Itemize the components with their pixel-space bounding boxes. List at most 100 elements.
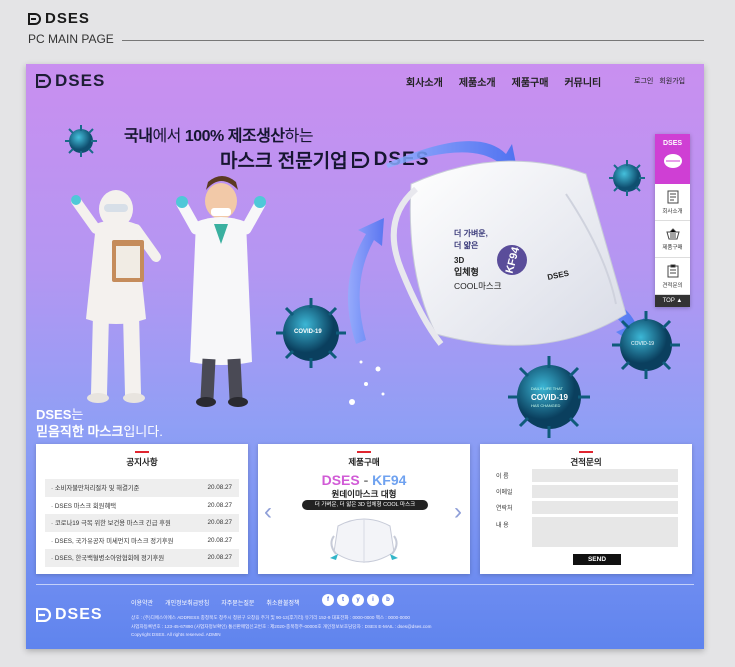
product-separator: - [359, 472, 373, 488]
quick-menu-purchase[interactable]: 제품구매 [655, 221, 690, 258]
quick-menu-label: 회사소개 [662, 208, 683, 215]
quick-menu: DSES 회사소개 제품구매 견적문의 TOP ▲ [655, 134, 690, 307]
page-subtitle: PC MAIN PAGE [28, 32, 114, 46]
virus-icon [65, 125, 97, 157]
product-mask-image[interactable] [328, 514, 400, 568]
youtube-icon[interactable]: y [352, 594, 364, 606]
swoosh-arrow [348, 218, 384, 344]
product-subtitle: 원데이마스크 대형 [331, 489, 397, 499]
virus-sub: DAILY LIFE THAT [531, 386, 563, 391]
product-grade: KF94 [372, 472, 407, 488]
notice-item[interactable]: DSES 마스크 회원혜택 20.08.27 [45, 497, 239, 515]
covid-virus-3: COVID-19 [610, 309, 682, 381]
footer-company-info: 상호 : (주)디에스이에스 ADDRESS 충청북도 청주시 청원구 오창읍 … [131, 614, 431, 640]
product-name[interactable]: DSES - KF94 [258, 472, 470, 488]
virus-icon [609, 160, 645, 196]
dses-logo-icon [28, 12, 41, 25]
email-label: 이메일 [496, 490, 513, 496]
notice-item-title: 소비자불만처리절차 및 해결기준 [51, 483, 140, 492]
footer-logo-text: DSES [55, 606, 103, 623]
virus-label: COVID-19 [294, 329, 322, 335]
notice-item-date: 20.08.27 [207, 484, 232, 492]
svg-text:입체형: 입체형 [454, 266, 479, 277]
covid-virus-1: COVID-19 [274, 296, 348, 370]
prev-arrow-icon[interactable]: ‹ [264, 498, 272, 526]
worker-figure [71, 190, 161, 403]
footer-link-refund[interactable]: 취소환불정책 [266, 598, 299, 607]
content-label: 내 용 [496, 523, 509, 529]
virus-label: COVID-19 [531, 393, 568, 402]
virus-label: COVID-19 [631, 341, 655, 347]
tagline-text: 입니다. [123, 424, 163, 439]
quick-menu-company[interactable]: 회사소개 [655, 184, 690, 221]
quick-menu-header: DSES [655, 134, 690, 184]
clipboard-icon [667, 264, 678, 277]
footer: DSES 이용약관 개인정보취급방침 자주묻는질문 취소환불정책 f t y i… [26, 584, 704, 649]
phone-label: 연락처 [496, 506, 513, 512]
tagline-text: 믿음직한 마스크 [36, 424, 124, 439]
tagline-text: 는 [71, 407, 84, 422]
notice-title: 공지사항 [36, 444, 248, 468]
notice-item[interactable]: DSES, 한국백혈병소아암협회에 정기후원 20.08.27 [45, 549, 239, 567]
quick-menu-label: 견적문의 [662, 282, 683, 289]
next-arrow-icon[interactable]: › [454, 498, 462, 526]
quote-title: 견적문의 [480, 444, 692, 468]
footer-info-line: 사업자등록번호 : 123-45-67890 (사업자정보확인) 통신판매업신고… [131, 623, 432, 629]
product-panel-title: 제품구매 [258, 444, 470, 468]
dses-logo-icon [36, 608, 52, 622]
notice-item[interactable]: 소비자불만처리절차 및 해결기준 20.08.27 [45, 479, 239, 497]
tagline-text: DSES [36, 407, 72, 422]
send-button[interactable]: SEND [573, 554, 621, 565]
notice-item-date: 20.08.27 [207, 519, 232, 527]
doctor-figure [176, 176, 266, 407]
notice-item-title: 코로나19 극복 위한 보건용 마스크 긴급 후원 [51, 518, 171, 527]
social-links: f t y i b [322, 594, 394, 606]
email-input[interactable] [532, 485, 678, 498]
mask-icon [663, 154, 682, 168]
footer-info-line: 상호 : (주)디에스이에스 ADDRESS 충청북도 청주시 청원구 오창읍 … [131, 615, 410, 620]
instagram-icon[interactable]: i [367, 594, 379, 606]
product-brand: DSES [321, 472, 360, 488]
content-textarea[interactable] [532, 517, 678, 547]
footer-link-terms[interactable]: 이용약관 [131, 598, 153, 607]
quick-menu-quote[interactable]: 견적문의 [655, 258, 690, 295]
notice-item-date: 20.08.27 [207, 501, 232, 509]
top-button[interactable]: TOP ▲ [655, 295, 690, 307]
footer-links: 이용약관 개인정보취급방침 자주묻는질문 취소환불정책 [131, 598, 300, 607]
quick-menu-logo: DSES [662, 140, 683, 147]
notice-list: 소비자불만처리절차 및 해결기준 20.08.27 DSES 마스크 회원혜택 20… [45, 479, 239, 567]
page-logo: DSES [28, 10, 90, 27]
quote-form: 이 름 이메일 연락처 내 용 [494, 469, 678, 550]
footer-link-faq[interactable]: 자주묻는질문 [221, 598, 254, 607]
virus-sub: HAS CHANGED [531, 403, 561, 408]
covid-virus-2: DAILY LIFE THAT COVID-19 HAS CHANGED [506, 354, 592, 440]
divider [122, 40, 704, 41]
twitter-icon[interactable]: t [337, 594, 349, 606]
notice-panel: 공지사항 소비자불만처리절차 및 해결기준 20.08.27 DSES 마스크 회… [36, 444, 248, 574]
footer-logo[interactable]: DSES [36, 606, 103, 624]
document-icon [667, 190, 678, 203]
notice-item-date: 20.08.27 [207, 536, 232, 544]
phone-input[interactable] [532, 501, 678, 514]
notice-item-date: 20.08.27 [207, 554, 232, 562]
svg-text:3D: 3D [454, 256, 464, 265]
copyright-text: Copyright DSES. All rights reserved. ADM… [131, 632, 221, 637]
facebook-icon[interactable]: f [322, 594, 334, 606]
notice-item[interactable]: DSES, 국가유공자 미세먼지 마스크 정기후원 20.08.27 [45, 532, 239, 550]
hero-illustration: 더 가벼운, 더 얇은 3D 입체형 COOL마스크 KF94 DSES [71, 141, 644, 407]
product-tagline: 더 가벼운, 더 얇은 3D 입체형 COOL 마스크 [302, 500, 428, 510]
name-label: 이 름 [496, 474, 509, 480]
page-logo-text: DSES [45, 10, 90, 27]
product-panel: 제품구매 DSES - KF94 원데이마스크 대형 더 가벼운, 더 얇은 3… [258, 444, 470, 574]
hero-tagline: DSES는 믿음직한 마스크입니다. [36, 406, 163, 440]
footer-link-privacy[interactable]: 개인정보취급방침 [165, 598, 209, 607]
quote-panel: 견적문의 이 름 이메일 연락처 내 용 SEND [480, 444, 692, 574]
svg-text:더 가벼운,: 더 가벼운, [454, 228, 488, 238]
blog-icon[interactable]: b [382, 594, 394, 606]
website-mockup: DSES 회사소개 제품소개 제품구매 커뮤니티 로그인 회원가입 국내에서 1… [26, 64, 704, 649]
quick-menu-label: 제품구매 [662, 244, 683, 251]
notice-item[interactable]: 코로나19 극복 위한 보건용 마스크 긴급 후원 20.08.27 [45, 514, 239, 532]
name-input[interactable] [532, 469, 678, 482]
notice-item-title: DSES, 한국백혈병소아암협회에 정기후원 [51, 553, 164, 562]
notice-item-title: DSES 마스크 회원혜택 [51, 501, 116, 510]
